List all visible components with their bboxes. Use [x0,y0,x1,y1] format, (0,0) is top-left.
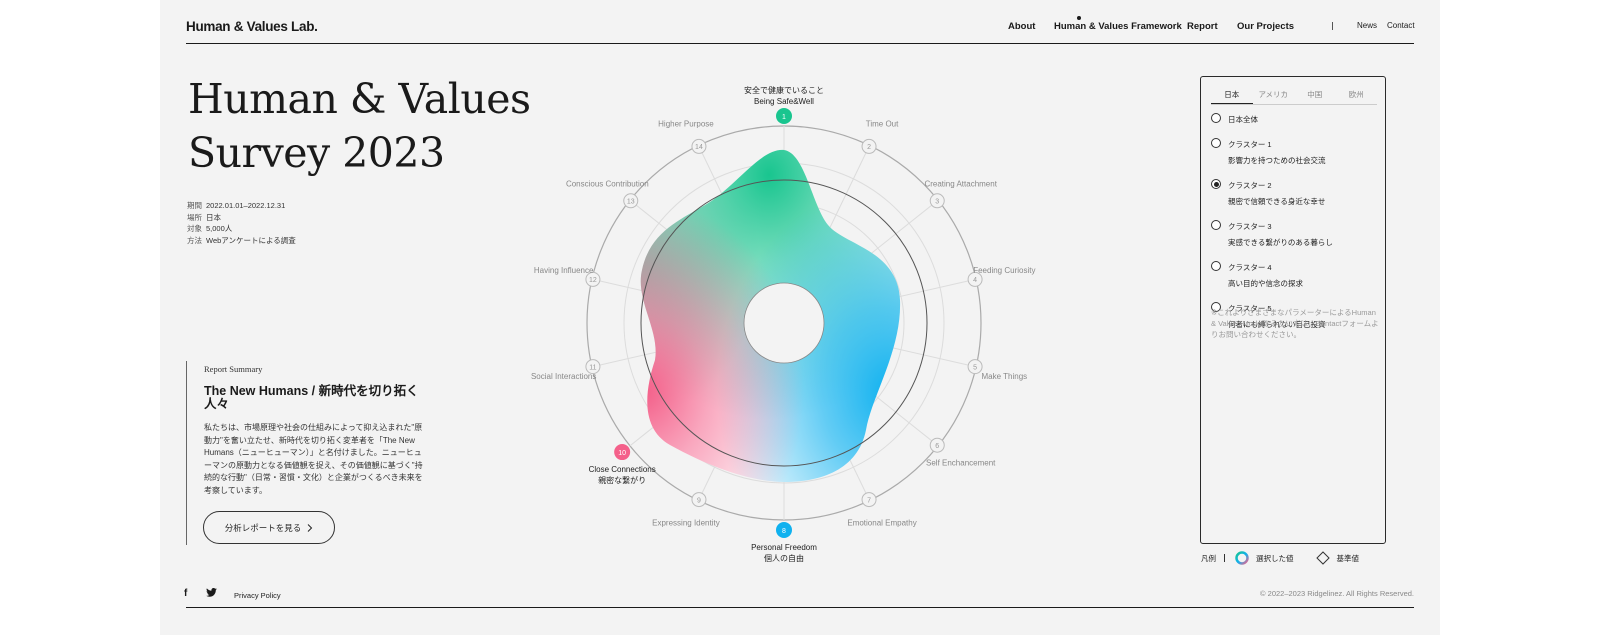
axis-label-jp: 安全で健康でいること [744,85,824,95]
contact-note: ※これよりさまざまなパラメーターによるHuman & Values Modelを… [1211,308,1379,339]
axis-label: Self Enchancement [926,459,996,468]
option-title: クラスター 2 [1228,181,1272,190]
axis-social-interactions[interactable]: 11Social Interactions [531,359,601,381]
axis-label: Emotional Empathy [847,519,916,528]
chart-legend: 凡例 選択した値 基準値 [1201,551,1359,565]
copyright: © 2022–2023 Ridgelinez. All Rights Reser… [1260,589,1414,598]
axis-number: 12 [589,277,597,284]
axis-label: Social Interactions [531,372,596,381]
axis-label: Higher Purpose [658,119,714,128]
option-title: 日本全体 [1228,115,1258,124]
axis-label: Creating Attachment [924,179,997,188]
axis-number: 7 [867,497,871,504]
axis-label-jp: 親密な繋がり [598,475,646,485]
facebook-icon[interactable]: f [184,588,187,599]
radio-button-selected[interactable] [1211,179,1221,189]
axis-label: Time Out [866,119,899,128]
cluster-option-4[interactable]: クラスター 4 高い目的や信念の探求 [1211,261,1379,291]
axis-feeding-curiosity[interactable]: 4 Feeding Curiosity [967,266,1035,287]
tab-europe[interactable]: 欧州 [1336,85,1378,104]
baseline-swatch-icon [1315,551,1330,565]
axis-self-enchancement[interactable]: 6 Self Enchancement [926,437,996,468]
region-tabs: 日本 アメリカ 中国 欧州 [1211,85,1377,105]
cluster-option-3[interactable]: クラスター 3 実感できる繋がりのある暮らし [1211,220,1379,250]
axis-number: 14 [695,144,703,151]
axis-label: Close Connections [589,465,656,474]
axis-label: Being Safe&Well [754,97,814,106]
axis-label: Make Things [982,372,1028,381]
privacy-policy-link[interactable]: Privacy Policy [234,591,281,600]
legend-selected: 選択した値 [1256,553,1294,563]
axis-number: 5 [973,364,977,371]
tab-america[interactable]: アメリカ [1253,85,1295,104]
radio-button[interactable] [1211,138,1221,148]
axis-number: 6 [935,443,939,450]
option-title: クラスター 1 [1228,140,1272,149]
axis-expressing-identity[interactable]: 9 Expressing Identity [652,492,720,528]
option-subtitle: 実感できる繋がりのある暮らし [1228,238,1333,247]
filter-panel: 日本 アメリカ 中国 欧州 日本全体 クラスター 1 影響力を持つための社会交流 … [1200,76,1386,544]
axis-being-safe-well[interactable]: 1 安全で健康でいること Being Safe&Well [744,85,824,124]
radio-button[interactable] [1211,261,1221,271]
axis-label-jp: 個人の自由 [764,553,804,563]
tab-japan[interactable]: 日本 [1211,85,1253,104]
axis-label: Personal Freedom [751,543,817,552]
legend-label: 凡例 [1201,553,1216,563]
axis-make-things[interactable]: 5 Make Things [967,359,1028,381]
cluster-option-2[interactable]: クラスター 2 親密で信頼できる身近な幸せ [1211,179,1379,209]
axis-number: 11 [589,364,596,371]
axis-number: 10 [618,450,626,457]
axis-emotional-empathy[interactable]: 7 Emotional Empathy [847,492,917,528]
option-subtitle: 高い目的や信念の探求 [1228,279,1303,288]
axis-label: Having Influence [534,266,594,275]
cluster-option-all[interactable]: 日本全体 [1211,113,1379,127]
legend-baseline: 基準値 [1336,553,1360,563]
axis-higher-purpose[interactable]: 14 Higher Purpose [658,119,714,154]
axis-number: 8 [782,528,786,535]
option-title: クラスター 4 [1228,263,1272,272]
axis-number: 4 [973,277,977,284]
axis-time-out[interactable]: 2 Time Out [861,119,899,154]
axis-personal-freedom[interactable]: 8 Personal Freedom個人の自由 [751,522,817,563]
cluster-option-1[interactable]: クラスター 1 影響力を持つための社会交流 [1211,138,1379,168]
axis-number: 3 [935,199,939,206]
axis-number: 9 [697,497,701,504]
axis-number: 13 [627,199,635,206]
twitter-icon[interactable] [206,588,217,597]
selected-value-swatch-icon [1235,551,1249,565]
option-subtitle: 親密で信頼できる身近な幸せ [1228,197,1326,206]
axis-close-connections[interactable]: 10 Close Connections親密な繋がり [589,444,656,485]
axis-creating-attachment[interactable]: 3 Creating Attachment [924,179,998,209]
axis-number: 1 [782,114,786,121]
option-subtitle: 影響力を持つための社会交流 [1228,156,1326,165]
legend-separator [1224,554,1225,562]
axis-label: Conscious Contribution [566,179,649,188]
tab-china[interactable]: 中国 [1294,85,1336,104]
axis-number: 2 [867,144,871,151]
page: Human & Values Lab. About Human & Values… [160,0,1440,635]
axis-having-influence[interactable]: 12 Having Influence [534,266,601,287]
option-title: クラスター 3 [1228,222,1272,231]
footer-divider [186,607,1414,608]
radio-button[interactable] [1211,113,1221,123]
axis-label: Expressing Identity [652,519,720,528]
radio-button[interactable] [1211,220,1221,230]
axis-label: Feeding Curiosity [973,266,1035,275]
